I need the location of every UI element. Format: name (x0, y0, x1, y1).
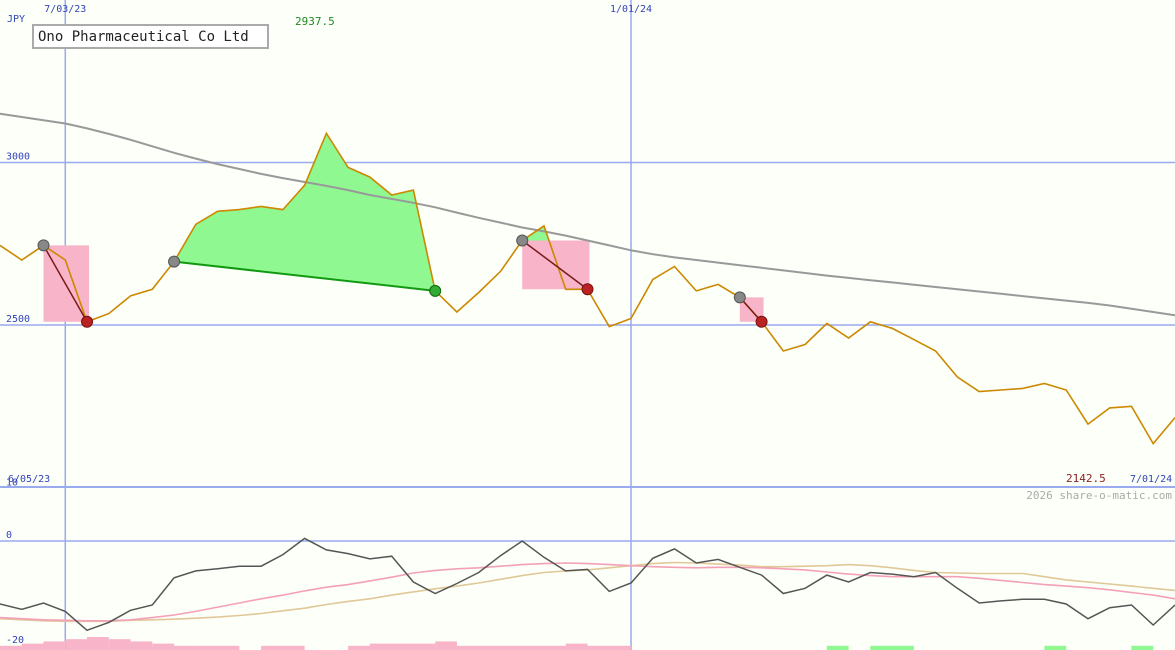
trade-exit-marker-1 (429, 284, 442, 297)
osc-histogram-bar-18 (870, 645, 914, 650)
chart-title-text: Ono Pharmaceutical Co Ltd (38, 29, 249, 45)
osc-histogram-bar-16 (587, 645, 632, 650)
osc-histogram-bar-12 (369, 643, 436, 650)
osc-histogram-bar-11 (348, 645, 370, 650)
osc-histogram-bar-20 (1131, 645, 1154, 650)
trade-entry-marker-3 (733, 291, 746, 304)
trade-exit-marker-3 (755, 315, 768, 328)
osc-histogram-bar-6 (130, 641, 153, 650)
osc-histogram-bar-9 (195, 645, 240, 650)
copyright-label: 2026 share-o-matic.com (1026, 489, 1172, 502)
chart-canvas: 300025007/03/23 1/01/24100-20 JPY 2937.5 … (0, 0, 1175, 650)
chart-title: Ono Pharmaceutical Co Ltd (32, 24, 269, 49)
high-value-label: 2937.5 (295, 15, 335, 28)
osc-histogram-bar-14 (456, 645, 566, 650)
price-tick-label-2500: 2500 (6, 314, 30, 325)
osc-histogram-bar-13 (435, 641, 457, 650)
start-date-label: 6/05/23 (8, 474, 50, 485)
trade-entry-marker-0 (37, 239, 50, 252)
trade-entry-marker-2 (516, 234, 529, 247)
osc-histogram-bar-4 (87, 637, 109, 650)
osc-histogram-bar-15 (565, 643, 588, 650)
osc-histogram-bar-3 (65, 639, 88, 650)
date-tick-label-1/01/24: 1/01/24 (610, 4, 652, 15)
low-value-label: 2142.5 (1066, 472, 1106, 485)
osc-histogram-bar-7 (152, 643, 175, 650)
osc-histogram-bar-10 (261, 645, 305, 650)
osc-histogram-bar-17 (826, 645, 849, 650)
stock-chart: 3000 2500 7/03/23 1/01/24 10 0 -20 JPY 2937.5 … (0, 0, 1175, 650)
trade-entry-marker-1 (168, 255, 181, 268)
currency-label: JPY (7, 14, 25, 25)
osc-tick-label-0: 0 (6, 530, 12, 541)
osc-histogram-bar-2 (43, 641, 66, 650)
osc-histogram-bar-19 (1044, 645, 1067, 650)
osc-histogram-bar-0 (0, 645, 22, 650)
osc-histogram-bar-5 (108, 639, 131, 650)
end-date-label: 7/01/24 (1130, 474, 1172, 485)
price-tick-label-3000: 3000 (6, 152, 30, 163)
trade-exit-marker-0 (81, 315, 94, 328)
trade-exit-marker-2 (581, 283, 594, 296)
osc-histogram-bar-8 (174, 645, 196, 650)
osc-tick-label--20: -20 (6, 635, 24, 646)
osc-histogram-bar-1 (21, 643, 44, 650)
date-tick-label-7/03/23: 7/03/23 (44, 4, 86, 15)
